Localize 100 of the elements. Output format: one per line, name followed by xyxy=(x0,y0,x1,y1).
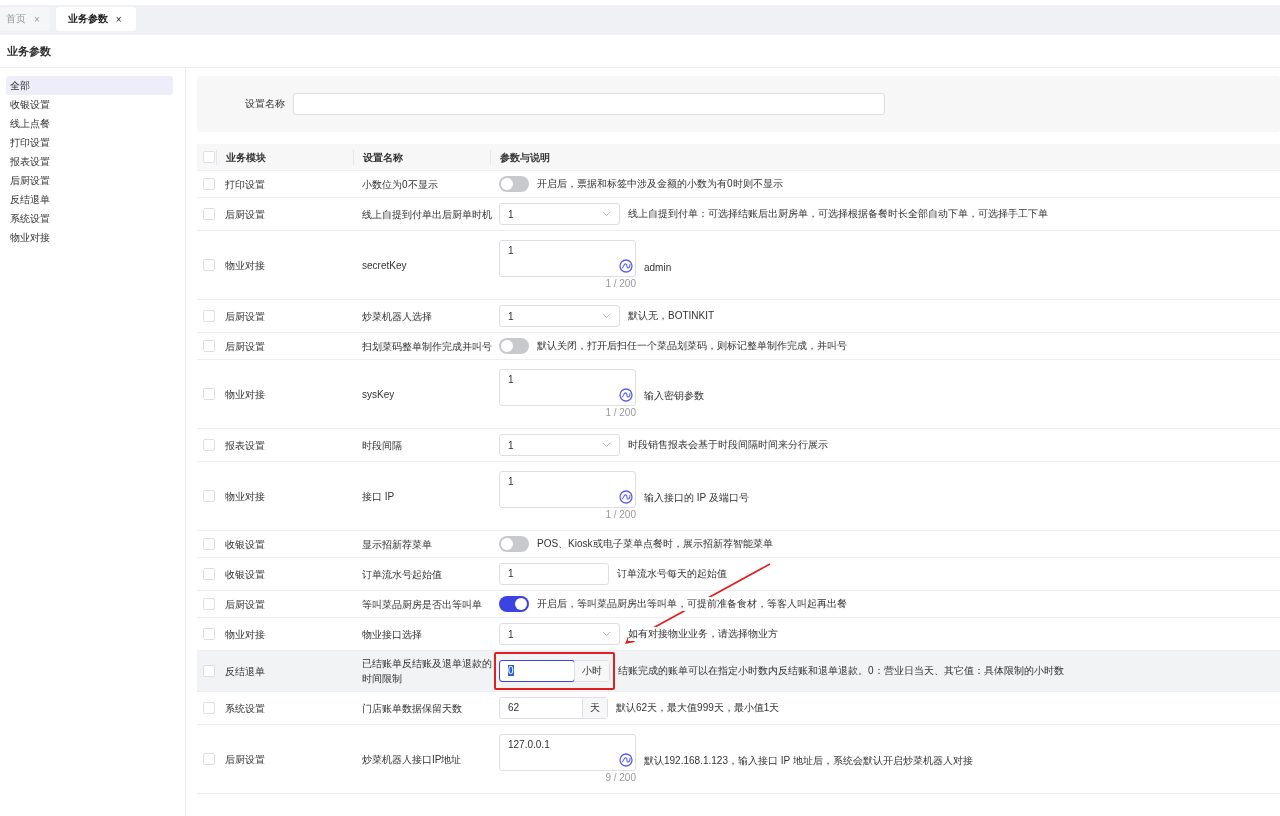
character-counter: 1 / 200 xyxy=(605,278,636,290)
description-text: 如有对接物业业务，请选择物业方 xyxy=(628,627,778,641)
tab[interactable]: 业务参数 × xyxy=(55,7,136,31)
text-area[interactable]: 1 xyxy=(499,471,636,508)
column-header: 业务模块 xyxy=(216,149,362,165)
description-text: 结账完成的账单可以在指定小时数内反结账和退单退款。0：营业日当天、其它值：具体限制的小时数 xyxy=(618,664,1064,678)
text-area[interactable]: 1 xyxy=(499,369,636,406)
sidebar-item[interactable]: 线上点餐 xyxy=(6,114,173,133)
page-title: 业务参数 xyxy=(6,44,51,59)
sidebar-item[interactable]: 系统设置 xyxy=(6,209,173,228)
table-cell-text: 已结账单反结账及退单退款的时间限制 xyxy=(362,657,493,686)
chevron-down-icon xyxy=(602,313,611,319)
checkbox[interactable] xyxy=(203,628,215,640)
checkbox[interactable] xyxy=(203,259,215,271)
toggle-switch[interactable] xyxy=(499,176,529,192)
checkbox[interactable] xyxy=(203,340,215,352)
chevron-down-icon xyxy=(602,211,611,217)
table-cell-text: 等叫菜品厨房是否出等叫单 xyxy=(362,597,483,612)
description-text: POS、Kiosk或电子菜单点餐时，展示招新荐智能菜单 xyxy=(537,537,773,551)
checkbox[interactable] xyxy=(203,538,215,550)
table-cell-text: 炒菜机器人接口IP地址 xyxy=(362,752,463,767)
sidebar-item[interactable]: 反结退单 xyxy=(6,190,173,209)
table-cell-text: 线上自提到付单出后厨单时机 xyxy=(362,207,493,222)
table-cell-text: 后厨设置 xyxy=(225,597,266,612)
input-field[interactable]: 1 xyxy=(499,563,609,585)
checkbox[interactable] xyxy=(203,598,215,610)
checkbox[interactable] xyxy=(203,208,215,220)
description-text: 开启后，票据和标签中涉及金额的小数为有0时则不显示 xyxy=(537,177,783,191)
table-cell-text: 后厨设置 xyxy=(225,309,266,324)
description-text: 默认62天，最大值999天，最小值1天 xyxy=(616,701,780,715)
checkbox[interactable] xyxy=(203,665,215,677)
field-label: 设置名称 xyxy=(245,97,285,111)
table-cell-text: 炒菜机器人选择 xyxy=(362,309,433,324)
table-cell-text: 显示招新荐菜单 xyxy=(362,537,433,552)
checkbox[interactable] xyxy=(203,439,215,451)
sidebar-item[interactable]: 全部 xyxy=(6,76,173,95)
sidebar-item[interactable]: 打印设置 xyxy=(6,133,173,152)
description-text: 默认关闭，打开后扫任一个菜品划菜码，则标记整单制作完成，并叫号 xyxy=(537,339,847,353)
table-cell-text: sysKey xyxy=(362,387,396,402)
description-text: 输入接口的 IP 及端口号 xyxy=(644,491,749,505)
swirl-circle-icon xyxy=(619,259,633,273)
table-cell-text: 扫划菜码整单制作完成并叫号 xyxy=(362,339,493,354)
select-field[interactable]: 1 xyxy=(499,305,620,327)
table-cell-text: 时段间隔 xyxy=(362,438,403,453)
column-header: 参数与说明 xyxy=(490,149,1280,165)
swirl-circle-icon xyxy=(619,753,633,767)
toggle-switch[interactable] xyxy=(499,596,529,612)
description-text: admin xyxy=(644,261,672,273)
select-field[interactable]: 1 xyxy=(499,434,620,456)
table-cell-text: 后厨设置 xyxy=(225,752,266,767)
table-cell-text: 小数位为0不显示 xyxy=(362,177,439,192)
unit-addon: 小时 xyxy=(574,661,609,681)
checkbox[interactable] xyxy=(203,568,215,580)
sidebar-item[interactable]: 报表设置 xyxy=(6,152,173,171)
description-text: 时段销售报表会基于时段间隔时间来分行展示 xyxy=(628,438,828,452)
text-area[interactable]: 127.0.0.1 xyxy=(499,734,636,771)
toggle-switch[interactable] xyxy=(499,338,529,354)
table-cell-text: 门店账单数据保留天数 xyxy=(362,701,463,716)
table-cell-text: 收银设置 xyxy=(225,537,266,552)
checkbox[interactable] xyxy=(203,753,215,765)
close-icon[interactable]: × xyxy=(115,13,122,25)
table-cell-text: 物业对接 xyxy=(225,258,266,273)
table-cell-text: 报表设置 xyxy=(225,438,266,453)
table-cell-text: 接口 IP xyxy=(362,489,396,504)
table-cell-text: 系统设置 xyxy=(225,701,266,716)
table-cell-text: 后厨设置 xyxy=(225,207,266,222)
table-cell-text: 收银设置 xyxy=(225,567,266,582)
swirl-circle-icon xyxy=(619,388,633,402)
select-field[interactable]: 1 xyxy=(499,203,620,225)
character-counter: 1 / 200 xyxy=(605,407,636,419)
description-text: 默认无，BOTINKIT xyxy=(628,309,715,323)
character-counter: 1 / 200 xyxy=(605,509,636,521)
description-text: 开启后，等叫菜品厨房出等叫单，可提前准备食材，等客人叫起再出餐 xyxy=(537,597,847,611)
checkbox[interactable] xyxy=(203,490,215,502)
toggle-switch[interactable] xyxy=(499,536,529,552)
description-text: 输入密钥参数 xyxy=(644,389,704,403)
column-header: 设置名称 xyxy=(353,149,499,165)
description-text: 订单流水号每天的起始值 xyxy=(617,567,727,581)
checkbox[interactable] xyxy=(203,388,215,400)
table-cell-text: secretKey xyxy=(362,258,408,273)
checkbox[interactable] xyxy=(203,310,215,322)
table-cell-text: 后厨设置 xyxy=(225,339,266,354)
sidebar-item[interactable]: 物业对接 xyxy=(6,228,173,247)
character-counter: 9 / 200 xyxy=(605,772,636,784)
table-cell-text: 反结退单 xyxy=(225,664,266,679)
table-cell-text: 打印设置 xyxy=(225,177,266,192)
checkbox[interactable] xyxy=(203,178,215,190)
swirl-circle-icon xyxy=(619,490,633,504)
select-field[interactable]: 1 xyxy=(499,623,620,645)
description-text: 线上自提到付单：可选择结账后出厨房单，可选择根据备餐时长全部自动下单，可选择手工下单 xyxy=(628,207,1048,221)
table-cell-text: 订单流水号起始值 xyxy=(362,567,443,582)
checkbox[interactable] xyxy=(203,702,215,714)
input-field[interactable] xyxy=(293,93,885,115)
checkbox[interactable] xyxy=(203,151,215,163)
sidebar-item[interactable]: 收银设置 xyxy=(6,95,173,114)
sidebar-item[interactable]: 后厨设置 xyxy=(6,171,173,190)
description-text: 默认192.168.1.123，输入接口 IP 地址后，系统会默认开启炒菜机器人对接 xyxy=(644,754,973,768)
table-cell-text: 物业接口选择 xyxy=(362,627,423,642)
text-area[interactable]: 1 xyxy=(499,240,636,277)
chevron-down-icon xyxy=(602,631,611,637)
